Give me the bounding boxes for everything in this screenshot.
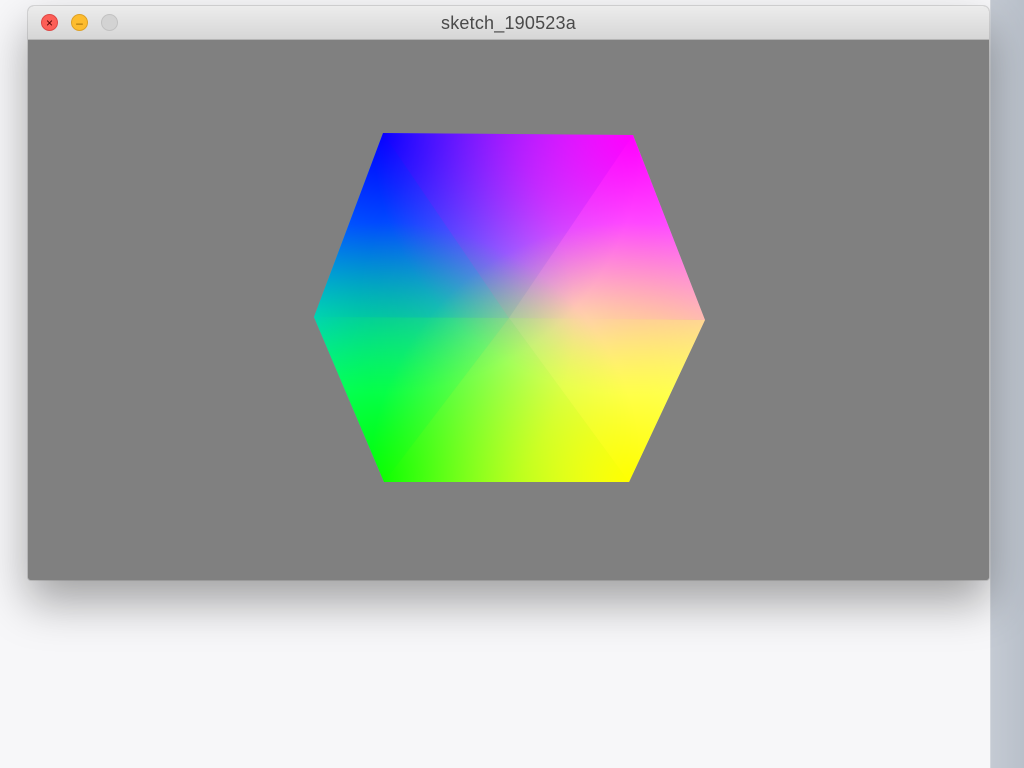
sketch-window: × – sketch_190523a xyxy=(28,6,989,580)
desktop-side-strip xyxy=(990,0,1024,768)
hexagon-gradient xyxy=(314,133,705,482)
blend-yellow xyxy=(314,133,705,482)
hexagon-cube-render xyxy=(314,133,705,482)
window-title: sketch_190523a xyxy=(441,13,576,33)
window-titlebar[interactable]: × – sketch_190523a xyxy=(28,6,989,40)
sketch-canvas[interactable] xyxy=(28,40,989,580)
